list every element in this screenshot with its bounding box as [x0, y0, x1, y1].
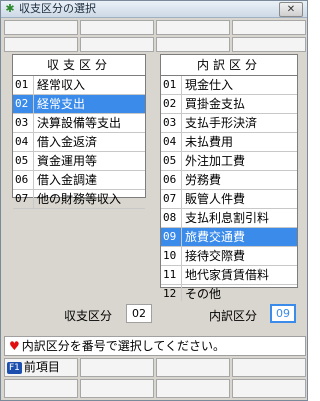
- income-category-item[interactable]: 04 借入金返済: [13, 133, 145, 152]
- function-key-button[interactable]: [80, 37, 154, 52]
- star-icon: ✱: [5, 2, 15, 15]
- detail-category-item-number: 03: [161, 114, 182, 132]
- detail-category-item[interactable]: 08 支払利息割引料: [161, 209, 297, 228]
- income-category-item-label: 借入金返済: [37, 135, 98, 149]
- income-category-item-number: 03: [13, 114, 34, 132]
- detail-category-item[interactable]: 02 買掛金支払: [161, 95, 297, 114]
- previous-item-label: 前項目: [23, 360, 60, 374]
- instruction-message: ♥ 内訳区分を番号で選択してください。: [4, 336, 306, 356]
- detail-category-item-label: 外注加工費: [185, 154, 246, 168]
- function-key-button[interactable]: [232, 37, 306, 52]
- window-title: 収支区分の選択: [19, 2, 96, 15]
- detail-category-item-number: 04: [161, 133, 182, 151]
- income-code-field[interactable]: 02: [126, 304, 152, 323]
- close-button[interactable]: ✕: [279, 2, 303, 17]
- income-category-item-label: 借入金調達: [37, 173, 98, 187]
- function-key-button[interactable]: [232, 20, 306, 35]
- detail-category-item[interactable]: 11 地代家賃賃借料: [161, 266, 297, 285]
- income-category-item[interactable]: 06 借入金調達: [13, 171, 145, 190]
- detail-category-item[interactable]: 03 支払手形決済: [161, 114, 297, 133]
- function-key-row-1: [4, 20, 306, 37]
- income-category-item-number: 02: [13, 95, 34, 113]
- detail-category-item-label: 現金仕入: [185, 78, 234, 92]
- function-key-button[interactable]: [4, 37, 78, 52]
- detail-category-panel: 内訳区分 01 現金仕入 02 買掛金支払 03 支払手形決済 04 未払費用 05 外注加工費 0…: [160, 54, 298, 304]
- instruction-text: 内訳区分を番号で選択してください。: [21, 339, 226, 353]
- heart-icon: ♥: [9, 339, 20, 353]
- income-category-item[interactable]: 07 他の財務等収入: [13, 190, 145, 209]
- detail-category-item-label: 労務費: [185, 173, 222, 187]
- income-category-item[interactable]: 01 経常収入: [13, 76, 145, 95]
- detail-category-item[interactable]: 05 外注加工費: [161, 152, 297, 171]
- detail-category-item[interactable]: 04 未払費用: [161, 133, 297, 152]
- detail-code-field[interactable]: 09: [270, 304, 296, 323]
- detail-category-item[interactable]: 06 労務費: [161, 171, 297, 190]
- income-category-item-number: 06: [13, 171, 34, 189]
- detail-category-item-label: 支払利息割引料: [185, 211, 270, 225]
- title-bar[interactable]: ✱ 収支区分の選択 ✕: [1, 1, 307, 18]
- detail-category-item-label: 未払費用: [185, 135, 234, 149]
- detail-category-item-number: 02: [161, 95, 182, 113]
- previous-item-button[interactable]: F1 前項目: [4, 358, 78, 377]
- detail-category-item-label: 地代家賃賃借料: [185, 268, 270, 282]
- detail-category-item-label: 買掛金支払: [185, 97, 246, 111]
- detail-category-item[interactable]: 09 旅費交通費: [161, 228, 297, 247]
- income-category-item-number: 04: [13, 133, 34, 151]
- detail-category-item[interactable]: 07 販管人件費: [161, 190, 297, 209]
- detail-category-item-number: 11: [161, 266, 182, 284]
- function-key-row-2: [4, 37, 306, 54]
- detail-category-header: 内訳区分: [161, 55, 297, 76]
- function-key-button[interactable]: [80, 379, 154, 398]
- detail-category-item-label: 旅費交通費: [185, 230, 246, 244]
- detail-category-item[interactable]: 10 接待交際費: [161, 247, 297, 266]
- detail-category-item-label: 支払手形決済: [185, 116, 258, 130]
- function-key-button[interactable]: [4, 379, 78, 398]
- function-key-button[interactable]: [232, 379, 306, 398]
- income-category-item-number: 07: [13, 190, 34, 208]
- bottom-button-grid: F1 前項目: [4, 358, 306, 398]
- detail-category-list: 01 現金仕入 02 買掛金支払 03 支払手形決済 04 未払費用 05 外注加工費 06 労務費 0…: [161, 76, 297, 304]
- detail-category-item-number: 10: [161, 247, 182, 265]
- function-key-button[interactable]: [4, 20, 78, 35]
- function-key-button[interactable]: [156, 379, 230, 398]
- detail-category-item-number: 07: [161, 190, 182, 208]
- detail-category-item-label: 販管人件費: [185, 192, 246, 206]
- income-category-item-label: 資金運用等: [37, 154, 98, 168]
- dialog-window: ✱ 収支区分の選択 ✕ 収支区分 01 経常収入 02 経常支出 03 決算設備等支出 04…: [0, 0, 308, 401]
- detail-category-item-number: 01: [161, 76, 182, 94]
- detail-category-item-number: 09: [161, 228, 182, 246]
- function-key-button[interactable]: [156, 37, 230, 52]
- function-key-button[interactable]: [156, 20, 230, 35]
- income-category-item-label: 経常支出: [37, 97, 86, 111]
- income-category-item-number: 01: [13, 76, 34, 94]
- income-category-item-number: 05: [13, 152, 34, 170]
- income-code-label: 収支区分: [64, 309, 113, 323]
- income-category-item[interactable]: 02 経常支出: [13, 95, 145, 114]
- income-category-item-label: 決算設備等支出: [37, 116, 122, 130]
- income-category-item[interactable]: 03 決算設備等支出: [13, 114, 145, 133]
- detail-code-label: 内訳区分: [209, 309, 258, 323]
- income-category-header: 収支区分: [13, 55, 145, 76]
- income-category-list: 01 経常収入 02 経常支出 03 決算設備等支出 04 借入金返済 05 資金運用等 06 借入金…: [13, 76, 145, 209]
- income-category-item-label: 経常収入: [37, 78, 86, 92]
- detail-category-item[interactable]: 01 現金仕入: [161, 76, 297, 95]
- detail-category-item-number: 08: [161, 209, 182, 227]
- income-category-item[interactable]: 05 資金運用等: [13, 152, 145, 171]
- income-category-item-label: 他の財務等収入: [37, 192, 122, 206]
- f1-key-badge: F1: [7, 362, 22, 374]
- function-key-button[interactable]: [156, 358, 230, 377]
- function-key-button[interactable]: [80, 358, 154, 377]
- selection-status: 収支区分 02 内訳区分 09: [4, 301, 306, 328]
- function-key-button[interactable]: [80, 20, 154, 35]
- detail-category-item-number: 06: [161, 171, 182, 189]
- detail-category-item-label: 接待交際費: [185, 249, 246, 263]
- income-category-panel: 収支区分 01 経常収入 02 経常支出 03 決算設備等支出 04 借入金返済 05 資金運用等…: [12, 54, 146, 209]
- detail-category-item-number: 05: [161, 152, 182, 170]
- function-key-button[interactable]: [232, 358, 306, 377]
